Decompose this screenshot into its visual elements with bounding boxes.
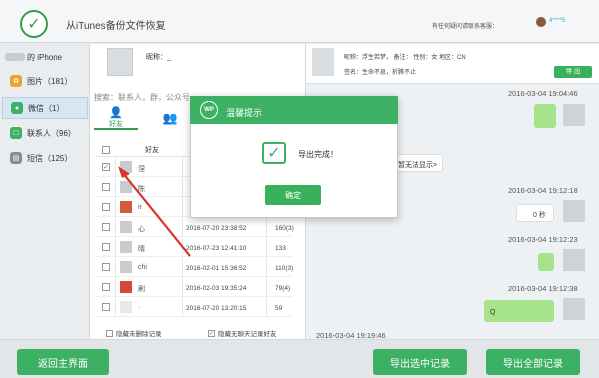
hide-no-chat-label: 隐藏无聊天记录好友 xyxy=(218,331,277,338)
photos-icon: ✿ xyxy=(10,75,22,87)
avatar xyxy=(120,261,132,273)
message-timestamp: 2016-03-04 19:12:18 xyxy=(508,186,578,195)
avatar xyxy=(563,200,585,222)
dialog-message: 导出完成！ xyxy=(298,150,338,159)
hide-no-chat-checkbox[interactable]: ✓ xyxy=(208,329,215,337)
avatar xyxy=(120,241,132,253)
hide-undeleted-label: 隐藏未删除记录 xyxy=(116,331,162,338)
chat-contact-info: 昵称：浮生若梦。 备注： 性别：女 地区：CN xyxy=(344,55,466,61)
row-date: 2016-02-03 19:35:24 xyxy=(186,285,247,292)
sidebar-item-label: 短信（125） xyxy=(27,153,73,163)
avatar xyxy=(120,201,132,213)
row-name: 陈 xyxy=(138,186,145,193)
message-text: Q xyxy=(490,309,496,316)
tab-friends-label: 好友 xyxy=(109,120,123,128)
avatar xyxy=(120,161,132,173)
app-badge-icon: WP xyxy=(200,101,218,119)
row-checkbox[interactable] xyxy=(102,263,110,271)
group-icon: 👥 xyxy=(162,111,178,125)
message-timestamp: 2016-03-04 19:12:38 xyxy=(508,284,578,293)
avatar xyxy=(120,181,132,193)
hide-undeleted-checkbox[interactable] xyxy=(106,329,113,337)
user-name[interactable]: 4****5 xyxy=(549,18,565,24)
checkmark-icon: ✓ xyxy=(262,142,286,164)
sidebar-item-label: 联系人（96） xyxy=(27,128,76,138)
message-bubble xyxy=(534,104,556,128)
dialog-title: 温馨提示 xyxy=(226,108,263,118)
row-date: 2016-07-20 23:38:52 xyxy=(186,225,247,232)
row-checkbox[interactable] xyxy=(102,203,110,211)
row-name: 晴 xyxy=(138,246,145,253)
row-checkbox[interactable] xyxy=(102,183,110,191)
row-name: 涅 xyxy=(138,166,145,173)
sidebar-item-photos[interactable]: ✿ 图片（181） xyxy=(2,70,88,92)
export-chat-button[interactable]: 导 出 xyxy=(554,66,592,78)
tab-groups[interactable]: 👥 xyxy=(158,106,182,130)
row-checkbox[interactable]: ✓ xyxy=(102,163,110,171)
chat-contact-signature: 签名：生命不息，折腾不止 xyxy=(344,70,417,76)
row-date: 2016-07-20 13:20:15 xyxy=(186,305,247,312)
export-all-button[interactable]: 导出全部记录 xyxy=(486,349,580,375)
row-count: 79(4) xyxy=(275,285,291,292)
row-count: 59 xyxy=(275,305,283,312)
select-all-checkbox[interactable] xyxy=(102,146,110,154)
contacts-icon: ☐ xyxy=(10,127,22,139)
sidebar-item-wechat[interactable]: ● 微信（1） xyxy=(2,97,88,119)
device-name-redacted xyxy=(5,53,25,61)
voice-duration: 0 秒 xyxy=(533,212,546,219)
friends-column-header: 好友 xyxy=(145,147,159,154)
row-count: 110(3) xyxy=(275,265,294,272)
message-timestamp: 2016-03-04 19:12:23 xyxy=(508,235,578,244)
sidebar-item-sms[interactable]: ▤ 短信（125） xyxy=(2,147,88,169)
app-title: 从iTunes备份文件恢复 xyxy=(66,21,166,32)
sidebar-item-label: 图片（181） xyxy=(27,76,73,86)
avatar xyxy=(120,281,132,293)
avatar xyxy=(563,104,585,126)
row-date: 2016-02-01 15:36:52 xyxy=(186,265,247,272)
sidebar-item-contacts[interactable]: ☐ 联系人（96） xyxy=(2,122,88,144)
wechat-icon: ● xyxy=(11,102,23,114)
avatar xyxy=(120,221,132,233)
hide-no-chat-toggle[interactable]: ✓ 隐藏无聊天记录好友 xyxy=(208,328,277,338)
device-label: 的 iPhone xyxy=(27,52,63,62)
hide-undeleted-toggle[interactable]: 隐藏未删除记录 xyxy=(106,328,162,338)
row-name: · xyxy=(138,304,141,311)
row-name: 心 xyxy=(138,226,145,233)
profile-avatar xyxy=(107,48,133,76)
profile-nickname: 昵称：_ xyxy=(146,54,171,61)
dialog-title-bar xyxy=(190,96,398,124)
sidebar-item-label: 微信（1） xyxy=(28,103,65,113)
support-note: 有任何疑问请联系客服： xyxy=(432,24,499,30)
avatar xyxy=(120,301,132,313)
chat-profile-avatar xyxy=(312,48,334,76)
row-checkbox[interactable] xyxy=(102,283,110,291)
row-checkbox[interactable] xyxy=(102,243,110,251)
message-bubble xyxy=(538,253,554,271)
row-count: 160(3) xyxy=(275,225,294,232)
back-to-home-button[interactable]: 返回主界面 xyxy=(17,349,109,375)
row-checkbox[interactable] xyxy=(102,223,110,231)
app-logo-icon: ✓ xyxy=(20,10,48,38)
row-count: 133 xyxy=(275,245,286,252)
export-selected-button[interactable]: 导出选中记录 xyxy=(373,349,467,375)
link-message-text: 暂无法显示> xyxy=(398,162,438,169)
person-icon: 👤 xyxy=(109,106,123,119)
user-avatar-icon[interactable] xyxy=(536,17,546,27)
ok-button[interactable]: 确定 xyxy=(265,185,321,205)
avatar xyxy=(563,249,585,271)
row-checkbox[interactable] xyxy=(102,303,110,311)
tab-friends[interactable]: 👤 好友 xyxy=(94,106,138,130)
row-name: 刷 xyxy=(138,286,145,293)
sms-icon: ▤ xyxy=(10,152,22,164)
chat-header xyxy=(306,44,599,84)
row-name: ir xyxy=(138,204,142,211)
row-name: chi xyxy=(138,264,147,271)
search-input[interactable]: 搜索：联系人，群，公众号 xyxy=(94,92,190,103)
message-timestamp: 2016-03-04 19:04:46 xyxy=(508,89,578,98)
row-date: 2016-07-23 12:41:10 xyxy=(186,245,247,252)
avatar xyxy=(563,298,585,320)
device-name: 的 iPhone xyxy=(5,49,89,65)
